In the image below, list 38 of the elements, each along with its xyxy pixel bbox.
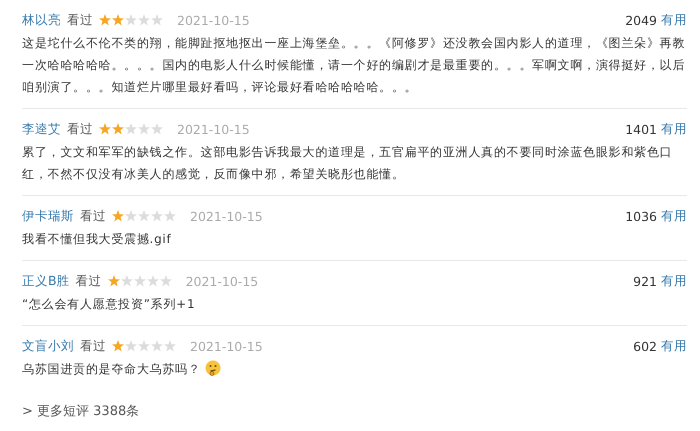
watch-status: 看过 (76, 272, 102, 290)
review-text: 我看不懂但我大受震撼.gif (22, 232, 172, 246)
star-icon (108, 275, 120, 287)
user-name[interactable]: 伊卡瑞斯 (22, 208, 74, 224)
user-name[interactable]: 正义B胜 (22, 272, 70, 290)
review-text: 累了，文文和军军的缺钱之作。这部电影告诉我最大的道理是，五官扁平的亚洲人真的不要同时涂蓝色眼影和紫色口红，不然不仅没有冰美人的感觉，反而像中邪，希望关晓彤也能懂。 (22, 145, 672, 181)
star-icon (112, 340, 124, 352)
watch-status: 看过 (67, 120, 93, 138)
star-icon (112, 123, 124, 135)
review-date: 2021-10-15 (190, 208, 263, 224)
useful-link[interactable]: 有用 (661, 272, 687, 290)
useful-link[interactable]: 有用 (661, 120, 687, 138)
star-icon (99, 14, 111, 26)
review-date: 2021-10-15 (190, 338, 263, 354)
user-name[interactable]: 李逵艾 (22, 120, 61, 138)
star-icon (112, 14, 124, 26)
useful-link[interactable]: 有用 (661, 208, 687, 224)
review-date: 2021-10-15 (177, 122, 250, 136)
useful-link[interactable]: 有用 (661, 338, 687, 354)
vote-count: 2049 (625, 12, 657, 28)
more-reviews-link[interactable]: > 更多短评 3388条 (22, 402, 140, 420)
vote-count: 921 (633, 274, 657, 288)
vote-count: 1036 (625, 208, 657, 224)
vote-count: 602 (633, 338, 657, 354)
review-text: 乌苏国进贡的是夺命大乌苏吗？ (22, 362, 200, 376)
review-text: “怎么会有人愿意投资”系列+1 (22, 297, 196, 311)
user-name[interactable]: 林以亮 (22, 12, 61, 28)
vote-count: 1401 (625, 122, 657, 136)
watch-status: 看过 (80, 338, 106, 354)
review-date: 2021-10-15 (177, 12, 250, 28)
star-icon (99, 123, 111, 135)
user-name[interactable]: 文盲小刘 (22, 338, 74, 354)
watch-status: 看过 (80, 208, 106, 224)
star-icon (112, 210, 124, 222)
review-date: 2021-10-15 (186, 274, 258, 288)
watch-status: 看过 (67, 12, 93, 28)
useful-link[interactable]: 有用 (661, 12, 687, 28)
review-text: 这是坨什么不伦不类的翔，能脚趾抠地抠出一座上海堡垒。。。《阿修罗》还没教会国内影人的道理，《图兰朵》再教一次哈哈哈哈哈。。。。国内的电影人什么时候能懂，请一个好的编剧才是最重要的。。。军啊文啊，演得挺好，以后咱别演了。。。知道烂片哪里最好看吗，评论最好看哈哈哈哈哈。。。 (22, 36, 685, 94)
